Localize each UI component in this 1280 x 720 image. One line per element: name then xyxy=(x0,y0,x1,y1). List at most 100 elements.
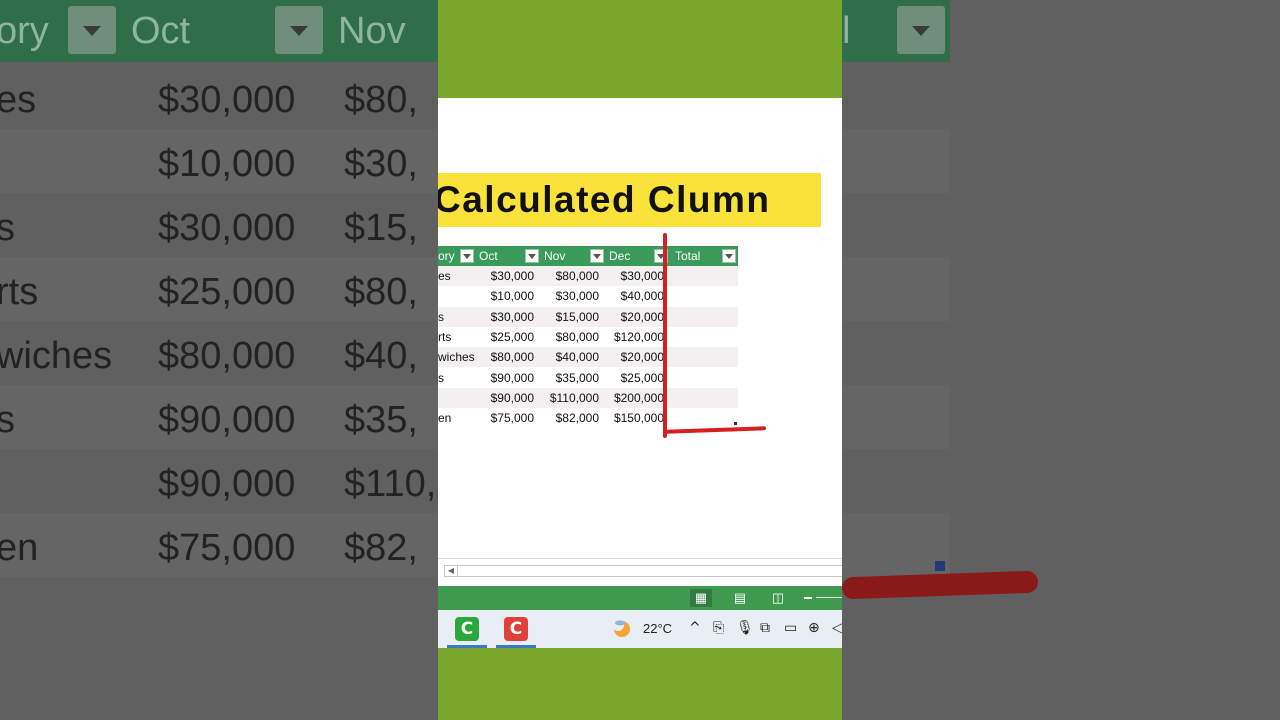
bg-cell: $30,000 xyxy=(158,79,296,121)
bg-cell: s xyxy=(0,207,15,249)
microphone-icon[interactable]: 🎙 xyxy=(736,620,754,636)
header-dec[interactable]: Dec xyxy=(609,249,630,263)
bg-cell: $90,000 xyxy=(158,463,296,505)
filter-dropdown-icon[interactable] xyxy=(525,249,539,263)
cell-amount[interactable]: $30,000 xyxy=(604,269,664,283)
camera-icon[interactable]: ⎘ xyxy=(713,620,724,636)
bg-cell: wiches xyxy=(0,335,113,377)
bg-cell: $35, xyxy=(344,399,418,441)
cell-amount[interactable]: $150,000 xyxy=(604,411,664,425)
title-banner: Calculated Clumn xyxy=(438,173,821,227)
horizontal-scrollbar[interactable]: ◀ xyxy=(444,565,842,577)
cell-category[interactable]: en xyxy=(438,411,482,425)
cell-amount[interactable]: $20,000 xyxy=(604,310,664,324)
page-layout-icon[interactable]: ▤ xyxy=(729,589,751,607)
cell-amount[interactable]: $75,000 xyxy=(478,411,534,425)
table-row: wiches $80,000 $40,000 $20,000 xyxy=(438,347,738,368)
header-category[interactable]: ory xyxy=(438,249,455,263)
camtasia-red-app-icon[interactable]: C xyxy=(504,617,528,641)
cell-amount[interactable]: $200,000 xyxy=(604,391,664,405)
camtasia-green-app-icon[interactable]: C xyxy=(455,617,479,641)
app-active-indicator xyxy=(496,645,536,648)
cell-category[interactable]: s xyxy=(438,371,482,385)
bg-cell: $30, xyxy=(344,143,418,185)
bg-filter-dropdown-icon xyxy=(275,6,323,54)
page-break-icon[interactable]: ◫ xyxy=(767,589,789,607)
page-title: Calculated Clumn xyxy=(438,179,771,220)
bg-resize-handle xyxy=(935,561,945,571)
cell-amount[interactable]: $25,000 xyxy=(604,371,664,385)
excel-sheet-area: Calculated Clumn ory Oct Nov Dec Total e… xyxy=(438,98,842,586)
cell-category[interactable]: s xyxy=(438,310,482,324)
table-row: s $90,000 $35,000 $25,000 xyxy=(438,368,738,388)
header-nov[interactable]: Nov xyxy=(544,249,565,263)
bg-header-fragment: l xyxy=(842,10,851,52)
filter-dropdown-icon[interactable] xyxy=(460,249,474,263)
table-row: $90,000 $110,000 $200,000 xyxy=(438,387,738,408)
windows-taskbar: C C 22°C ^ ⎘ 🎙 ⧉ ▭ ⊕ ◁ xyxy=(438,610,842,648)
normal-view-icon[interactable]: ▦ xyxy=(690,589,712,607)
cell-amount[interactable]: $110,000 xyxy=(542,391,599,405)
zoom-slider[interactable] xyxy=(816,597,842,598)
cell-amount[interactable]: $40,000 xyxy=(542,350,599,364)
table-row: s $30,000 $15,000 $20,000 xyxy=(438,306,738,327)
filter-dropdown-icon[interactable] xyxy=(590,249,604,263)
status-bar: ▦ ▤ ◫ xyxy=(438,586,842,610)
zoom-out-icon[interactable] xyxy=(804,597,812,599)
cell-amount[interactable]: $40,000 xyxy=(604,289,664,303)
header-total[interactable]: Total xyxy=(675,249,700,263)
bg-cell: $40, xyxy=(344,335,418,377)
cell-amount[interactable]: $120,000 xyxy=(604,330,664,344)
bg-cell: en xyxy=(0,527,39,569)
bg-cell: $80,000 xyxy=(158,335,296,377)
table-row: rts $25,000 $80,000 $120,000 xyxy=(438,327,738,347)
bg-cell: $80, xyxy=(344,271,418,313)
cell-amount[interactable]: $15,000 xyxy=(542,310,599,324)
cell-amount[interactable]: $30,000 xyxy=(542,289,599,303)
bg-cell: $90,000 xyxy=(158,399,296,441)
bg-cell: $15, xyxy=(344,207,418,249)
temperature-readout[interactable]: 22°C xyxy=(643,621,672,636)
display-icon[interactable]: ⧉ xyxy=(760,620,770,636)
filter-dropdown-icon[interactable] xyxy=(722,249,736,263)
globe-icon[interactable]: ⊕ xyxy=(808,620,820,636)
cell-amount[interactable]: $80,000 xyxy=(542,269,599,283)
red-annotation-vertical xyxy=(663,233,667,438)
chevron-up-icon[interactable]: ^ xyxy=(689,620,701,636)
bg-cell: $82, xyxy=(344,527,418,569)
table-row: es $30,000 $80,000 $30,000 xyxy=(438,266,738,286)
app-active-indicator xyxy=(447,645,487,648)
cell-amount[interactable]: $20,000 xyxy=(604,350,664,364)
bg-filter-dropdown-icon xyxy=(68,6,116,54)
speaker-icon[interactable]: ◁ xyxy=(832,620,842,636)
cell-amount[interactable]: $25,000 xyxy=(478,330,534,344)
bg-cell: $110, xyxy=(344,463,437,505)
scroll-left-icon[interactable]: ◀ xyxy=(445,566,458,576)
header-oct[interactable]: Oct xyxy=(479,249,498,263)
cell-category[interactable]: wiches xyxy=(438,350,482,364)
bg-cell: $30,000 xyxy=(158,207,296,249)
table-row: $10,000 $30,000 $40,000 xyxy=(438,286,738,306)
cell-amount[interactable]: $35,000 xyxy=(542,371,599,385)
cell-amount[interactable]: $10,000 xyxy=(478,289,534,303)
cell-category[interactable]: rts xyxy=(438,330,482,344)
video-panel: Calculated Clumn ory Oct Nov Dec Total e… xyxy=(438,0,842,720)
table-row: en $75,000 $82,000 $150,000 xyxy=(438,408,738,428)
bg-cell: $75,000 xyxy=(158,527,296,569)
cell-amount[interactable]: $30,000 xyxy=(478,269,534,283)
cell-amount[interactable]: $80,000 xyxy=(478,350,534,364)
bg-cell: rts xyxy=(0,271,39,313)
bg-header-category: ory xyxy=(0,10,49,52)
cell-amount[interactable]: $82,000 xyxy=(542,411,599,425)
cell-amount[interactable]: $80,000 xyxy=(542,330,599,344)
cell-amount[interactable]: $90,000 xyxy=(478,371,534,385)
bg-cell: $80, xyxy=(344,79,418,121)
cell-amount[interactable]: $90,000 xyxy=(478,391,534,405)
bg-header-nov: Nov xyxy=(338,10,406,52)
cell-category[interactable]: es xyxy=(438,269,482,283)
bg-filter-dropdown-icon xyxy=(897,6,945,54)
table-resize-handle[interactable] xyxy=(734,422,737,425)
battery-icon[interactable]: ▭ xyxy=(784,620,797,636)
weather-moon-icon[interactable] xyxy=(612,618,632,638)
cell-amount[interactable]: $30,000 xyxy=(478,310,534,324)
